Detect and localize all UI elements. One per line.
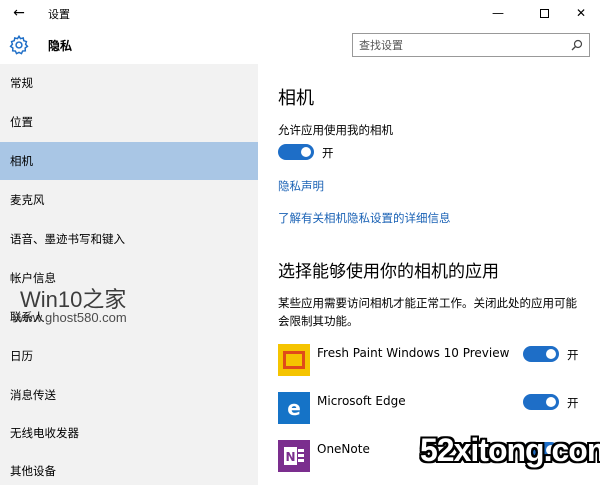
toggle-knob (546, 349, 556, 359)
sidebar-item-label: 消息传送 (10, 388, 56, 402)
back-arrow-icon: ← (13, 5, 25, 21)
close-button[interactable]: ✕ (563, 2, 599, 24)
sidebar-item-general[interactable]: 常规 (0, 64, 258, 102)
page-header: 隐私 (0, 26, 600, 64)
sidebar-item-messaging[interactable]: 消息传送 (0, 376, 258, 414)
title-bar: ← 设置 — ✕ (0, 0, 600, 26)
close-icon: ✕ (575, 6, 587, 20)
toggle-state-label: 开 (567, 348, 579, 362)
sidebar-item-label: 相机 (10, 154, 33, 168)
sidebar-item-location[interactable]: 位置 (0, 103, 258, 141)
toggle-state-label: 开 (322, 146, 334, 160)
search-input[interactable] (359, 37, 559, 53)
apps-description: 某些应用需要访问相机才能正常工作。关闭此处的应用可能会限制其功能。 (278, 296, 577, 328)
fresh-paint-icon (278, 344, 310, 376)
sidebar-item-label: 无线电收发器 (10, 426, 79, 440)
sidebar-item-label: 日历 (10, 349, 33, 363)
apps-heading: 选择能够使用你的相机的应用 (278, 262, 499, 282)
edge-toggle[interactable] (523, 394, 559, 410)
edge-icon: e (278, 392, 310, 424)
page-title: 隐私 (48, 39, 73, 53)
allow-camera-label: 允许应用使用我的相机 (278, 123, 393, 137)
sidebar-item-radios[interactable]: 无线电收发器 (0, 414, 258, 452)
search-icon[interactable] (571, 39, 583, 51)
allow-camera-toggle[interactable] (278, 144, 314, 160)
sidebar-item-speech-inking-typing[interactable]: 语音、墨迹书写和键入 (0, 220, 258, 258)
section-heading: 相机 (278, 88, 314, 109)
watermark-url: www.ghost580.com (14, 310, 127, 325)
sidebar-item-microphone[interactable]: 麦克风 (0, 181, 258, 219)
privacy-statement-link[interactable]: 隐私声明 (278, 178, 324, 194)
sidebar-item-other-devices[interactable]: 其他设备 (0, 452, 258, 485)
back-button[interactable]: ← (8, 4, 30, 22)
svg-text:N: N (285, 450, 295, 464)
toggle-state-label: 开 (567, 396, 579, 410)
maximize-icon (539, 9, 549, 18)
sidebar-item-camera[interactable]: 相机 (0, 142, 258, 180)
sidebar: 常规 位置 相机 麦克风 语音、墨迹书写和键入 帐户信息 联系人 日历 消息传送… (0, 64, 258, 485)
sidebar-item-label: 位置 (10, 115, 33, 129)
sidebar-item-calendar[interactable]: 日历 (0, 337, 258, 375)
sidebar-item-label: 语音、墨迹书写和键入 (10, 232, 125, 246)
sidebar-item-label: 其他设备 (10, 464, 56, 478)
learn-more-link[interactable]: 了解有关相机隐私设置的详细信息 (278, 210, 451, 226)
gear-icon (9, 34, 29, 55)
minimize-button[interactable]: — (480, 2, 516, 24)
minimize-icon: — (492, 6, 504, 20)
fresh-paint-toggle[interactable] (523, 346, 559, 362)
app-name: OneNote (317, 442, 370, 456)
toggle-knob (301, 147, 311, 157)
main-content: 相机 允许应用使用我的相机 开 隐私声明 了解有关相机隐私设置的详细信息 选择能… (258, 64, 600, 485)
toggle-knob (546, 397, 556, 407)
app-name: Fresh Paint Windows 10 Preview (317, 346, 510, 360)
sidebar-item-label: 常规 (10, 76, 33, 90)
svg-text:e: e (287, 396, 301, 420)
app-name: Microsoft Edge (317, 394, 406, 408)
onenote-icon: N (278, 440, 310, 472)
sidebar-item-label: 麦克风 (10, 193, 45, 207)
window-title: 设置 (48, 8, 70, 21)
watermark-52xitong: 52xitong.com (420, 432, 600, 468)
maximize-button[interactable] (526, 2, 562, 24)
search-box[interactable] (352, 33, 590, 57)
